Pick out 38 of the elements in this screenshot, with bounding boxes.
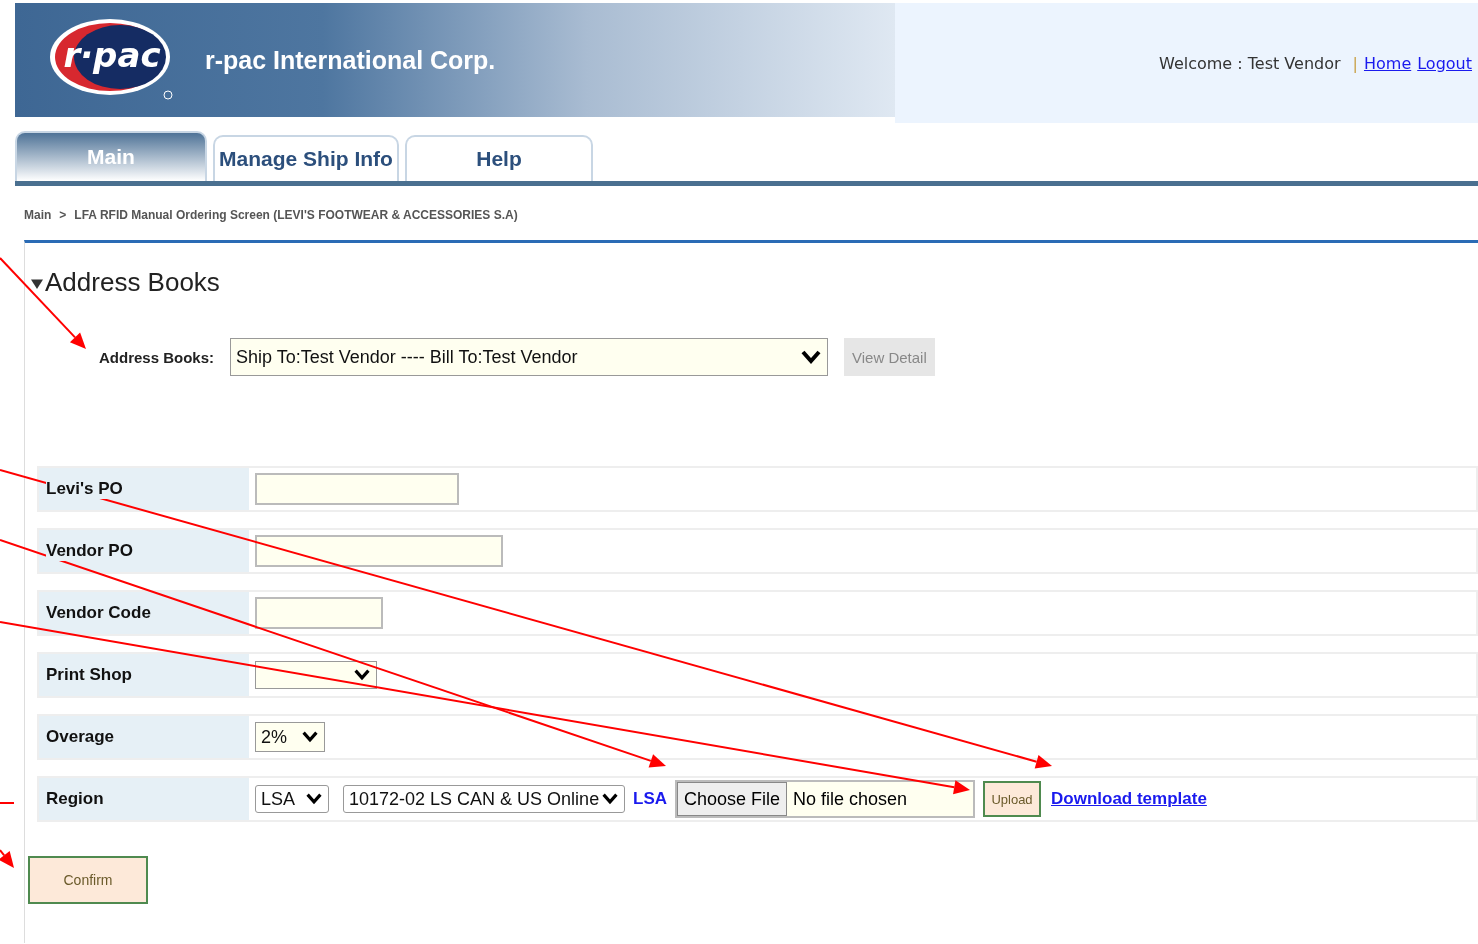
text-field[interactable] [255, 535, 503, 567]
breadcrumb-item[interactable]: Main [24, 208, 52, 222]
text-field[interactable] [255, 597, 383, 629]
welcome-text: Welcome : Test Vendor [1159, 53, 1341, 73]
field-label: Address Books: [99, 348, 215, 366]
nav-tab[interactable]: Manage Ship Info [213, 135, 399, 181]
breadcrumb-item: LFA RFID Manual Ordering Screen (LEVI'S FOOTWEAR & ACCESSORIES S.A) [74, 208, 518, 222]
location-dropdown[interactable]: 10172-02 LS CAN & US Online [343, 785, 625, 813]
upload-button[interactable]: Upload [983, 781, 1041, 817]
field-label: Region [46, 789, 104, 809]
company-name: r-pac International Corp. [205, 45, 496, 75]
header-link[interactable]: Home [1363, 53, 1412, 73]
chevron-down-icon [602, 793, 618, 805]
field-label: Levi's PO [46, 479, 123, 499]
section-title: Address Books [45, 267, 220, 298]
dropdown[interactable]: 2% [255, 722, 325, 752]
chevron-down-icon [801, 350, 822, 364]
region-code: LSA [633, 789, 667, 809]
field-label: Vendor PO [46, 541, 133, 561]
dropdown[interactable] [255, 661, 377, 689]
nav-tab[interactable]: Help [405, 135, 593, 181]
chevron-down-icon [306, 793, 322, 805]
download-template-link[interactable]: Download template [1051, 789, 1207, 809]
header-link[interactable]: Logout [1417, 53, 1472, 73]
breadcrumb-separator: > [59, 208, 67, 222]
expand-icon[interactable] [31, 276, 43, 289]
chevron-down-icon [302, 731, 318, 743]
confirm-button[interactable]: Confirm [28, 856, 148, 904]
separator: | [1352, 53, 1358, 73]
chevron-down-icon [354, 669, 370, 681]
file-field[interactable]: Choose File No file chosen [675, 780, 975, 818]
region-dropdown[interactable]: LSA [255, 785, 329, 813]
address-dropdown[interactable]: Ship To:Test Vendor ---- Bill To:Test Vendor [230, 338, 829, 376]
field-label: Print Shop [46, 665, 132, 685]
field-label: Overage [46, 727, 115, 747]
annotation-line [0, 802, 15, 804]
text-field[interactable] [255, 473, 459, 505]
annotation-arrow [0, 849, 14, 868]
